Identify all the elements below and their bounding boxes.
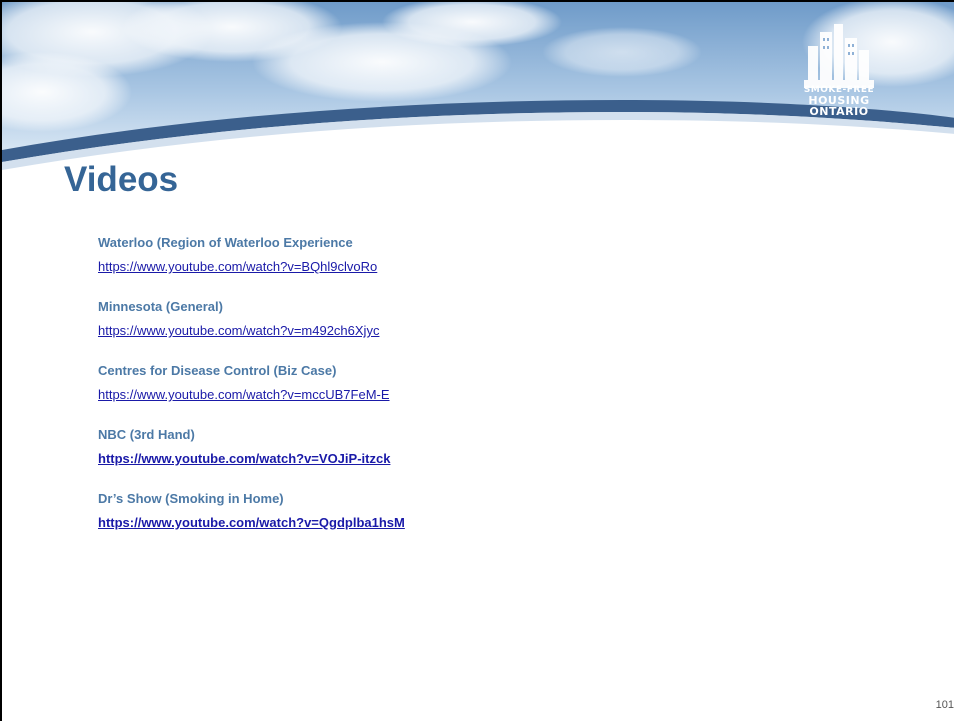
page-title: Videos [64, 160, 179, 199]
video-label: NBC (3rd Hand) [98, 427, 195, 442]
video-link[interactable]: https://www.youtube.com/watch?v=m492ch6X… [98, 321, 379, 341]
list-item: Centres for Disease Control (Biz Case) h… [98, 362, 798, 405]
video-link[interactable]: https://www.youtube.com/watch?v=VOJiP-it… [98, 449, 390, 469]
logo-line-3: ONTARIO [809, 105, 869, 118]
list-item: Waterloo (Region of Waterloo Experience … [98, 234, 798, 277]
slide: SMOKE-FREE HOUSING ONTARIO Videos Waterl… [0, 0, 954, 721]
video-link[interactable]: https://www.youtube.com/watch?v=mccUB7Fe… [98, 385, 390, 405]
logo-wordmark: SMOKE-FREE HOUSING ONTARIO [794, 86, 884, 118]
video-link[interactable]: https://www.youtube.com/watch?v=BQhl9clv… [98, 257, 377, 277]
video-label: Minnesota (General) [98, 299, 223, 314]
video-label: Dr’s Show (Smoking in Home) [98, 491, 284, 506]
video-label: Centres for Disease Control (Biz Case) [98, 363, 337, 378]
list-item: NBC (3rd Hand) https://www.youtube.com/w… [98, 426, 798, 469]
smoke-free-housing-logo: SMOKE-FREE HOUSING ONTARIO [794, 22, 884, 132]
page-number: 101 [935, 699, 954, 711]
city-skyline-icon [804, 24, 874, 88]
list-item: Dr’s Show (Smoking in Home) https://www.… [98, 490, 798, 533]
video-label: Waterloo (Region of Waterloo Experience [98, 235, 353, 250]
list-item: Minnesota (General) https://www.youtube.… [98, 298, 798, 341]
video-link[interactable]: https://www.youtube.com/watch?v=Qgdplba1… [98, 513, 405, 533]
video-list: Waterloo (Region of Waterloo Experience … [98, 234, 798, 554]
